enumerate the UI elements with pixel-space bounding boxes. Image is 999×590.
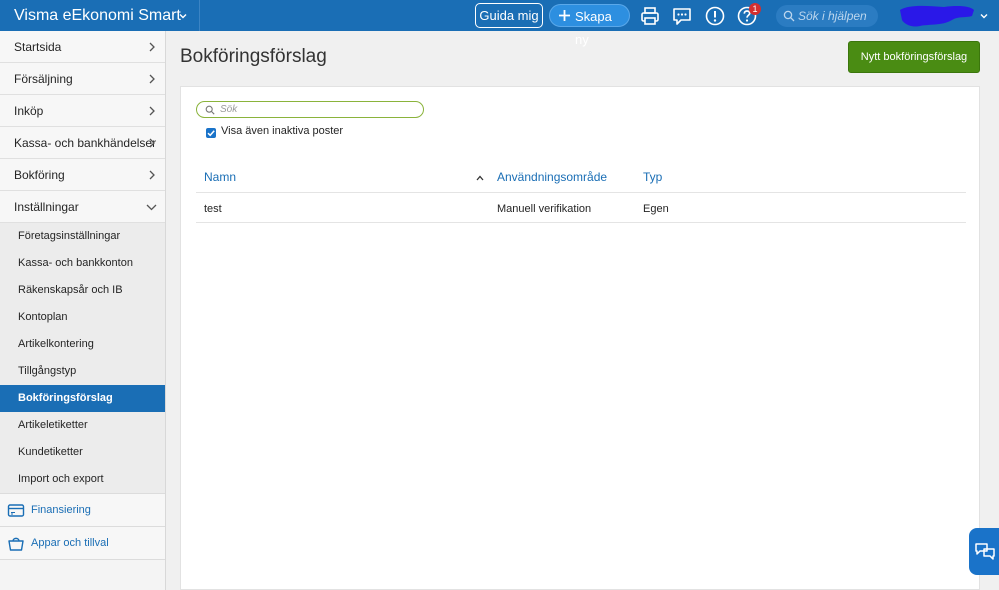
cell-name: test — [204, 203, 222, 215]
sidebar-item-label: Bokföring — [14, 168, 65, 182]
sidebar-subitem-tillgangstyp[interactable]: Tillgångstyp — [0, 358, 165, 385]
column-header-usage[interactable]: Användningsområde — [497, 170, 607, 184]
print-icon[interactable] — [639, 5, 661, 27]
page-title: Bokföringsförslag — [180, 46, 327, 67]
sidebar-item-appar-tillval[interactable]: Appar och tillval — [0, 527, 165, 560]
alert-icon[interactable] — [704, 5, 726, 27]
table-row[interactable]: test Manuell verifikation Egen — [196, 193, 966, 223]
sidebar-item-label: Försäljning — [14, 72, 73, 86]
chevron-right-icon — [149, 138, 155, 148]
chevron-right-icon — [149, 170, 155, 180]
credit-card-icon — [7, 504, 25, 517]
sidebar-subitem-kontoplan[interactable]: Kontoplan — [0, 304, 165, 331]
sidebar-item-kassa-bank[interactable]: Kassa- och bankhändelser — [0, 127, 165, 159]
chat-icon — [975, 543, 995, 560]
top-bar: Visma eEkonomi Smart Guida mig Skapa ny … — [0, 0, 999, 47]
help-search-placeholder: Sök i hjälpen — [798, 9, 867, 23]
sidebar-item-forsaljning[interactable]: Försäljning — [0, 63, 165, 95]
cell-usage: Manuell verifikation — [497, 203, 592, 215]
sidebar-subitem-kundetiketter[interactable]: Kundetiketter — [0, 439, 165, 466]
search-icon — [205, 105, 215, 115]
settings-submenu: Företagsinställningar Kassa- och bankkon… — [0, 223, 165, 494]
chevron-down-icon — [146, 204, 157, 211]
column-header-name[interactable]: Namn — [204, 170, 236, 184]
sidebar-item-inkop[interactable]: Inköp — [0, 95, 165, 127]
sidebar-subitem-artikeletiketter[interactable]: Artikeletiketter — [0, 412, 165, 439]
sidebar-subitem-kassa-bankkonton[interactable]: Kassa- och bankkonton — [0, 250, 165, 277]
sidebar-item-label: Kassa- och bankhändelser — [14, 136, 157, 150]
create-new-button[interactable]: Skapa ny — [549, 4, 630, 47]
table-header: Namn Användningsområde Typ — [196, 167, 966, 193]
app-brand[interactable]: Visma eEkonomi Smart — [14, 0, 181, 31]
sidebar-item-label: Appar och tillval — [31, 537, 109, 549]
chevron-right-icon — [149, 74, 155, 84]
show-inactive-checkbox[interactable] — [206, 128, 216, 138]
cell-type: Egen — [643, 203, 669, 215]
sidebar-item-finansiering[interactable]: Finansiering — [0, 494, 165, 527]
sidebar-subitem-import-export[interactable]: Import och export — [0, 466, 165, 493]
column-header-type[interactable]: Typ — [643, 170, 662, 184]
new-booking-proposal-button[interactable]: Nytt bokföringsförslag — [848, 41, 980, 73]
sidebar-item-startsida[interactable]: Startsida — [0, 31, 165, 63]
create-new-label: Skapa ny — [575, 9, 612, 47]
sidebar-item-installningar[interactable]: Inställningar — [0, 191, 165, 223]
sidebar-item-bokforing[interactable]: Bokföring — [0, 159, 165, 191]
sidebar: Startsida Försäljning Inköp Kassa- och b… — [0, 31, 166, 590]
sidebar-item-label: Startsida — [14, 40, 62, 54]
content-panel: Sök Visa även inaktiva poster Namn Använ… — [180, 86, 980, 590]
sidebar-item-label: Finansiering — [31, 504, 91, 516]
chat-bubble-icon[interactable] — [671, 5, 693, 27]
sidebar-subitem-bokforingsforslag[interactable]: Bokföringsförslag — [0, 385, 165, 412]
sidebar-subitem-foretagsinstallningar[interactable]: Företagsinställningar — [0, 223, 165, 250]
sort-ascending-icon[interactable] — [475, 174, 485, 182]
notification-badge: 1 — [749, 3, 761, 15]
divider — [199, 0, 200, 31]
search-icon — [783, 10, 795, 22]
sidebar-subitem-rakenskapsar[interactable]: Räkenskapsår och IB — [0, 277, 165, 304]
search-placeholder: Sök — [220, 104, 238, 115]
chevron-down-icon[interactable] — [176, 9, 190, 23]
plus-icon — [559, 10, 570, 21]
user-account-redacted[interactable] — [898, 4, 976, 28]
sidebar-item-label: Inköp — [14, 104, 44, 118]
guide-me-button[interactable]: Guida mig — [475, 3, 543, 28]
chat-widget-button[interactable] — [969, 528, 999, 575]
sidebar-item-label: Inställningar — [14, 200, 79, 214]
shopping-basket-icon — [8, 537, 24, 551]
search-input[interactable]: Sök — [196, 101, 424, 118]
chevron-right-icon — [149, 42, 155, 52]
show-inactive-label[interactable]: Visa även inaktiva poster — [221, 125, 343, 137]
chevron-right-icon — [149, 106, 155, 116]
sidebar-subitem-artikelkontering[interactable]: Artikelkontering — [0, 331, 165, 358]
help-search-input[interactable]: Sök i hjälpen — [776, 5, 878, 27]
chevron-down-icon[interactable] — [978, 10, 990, 22]
